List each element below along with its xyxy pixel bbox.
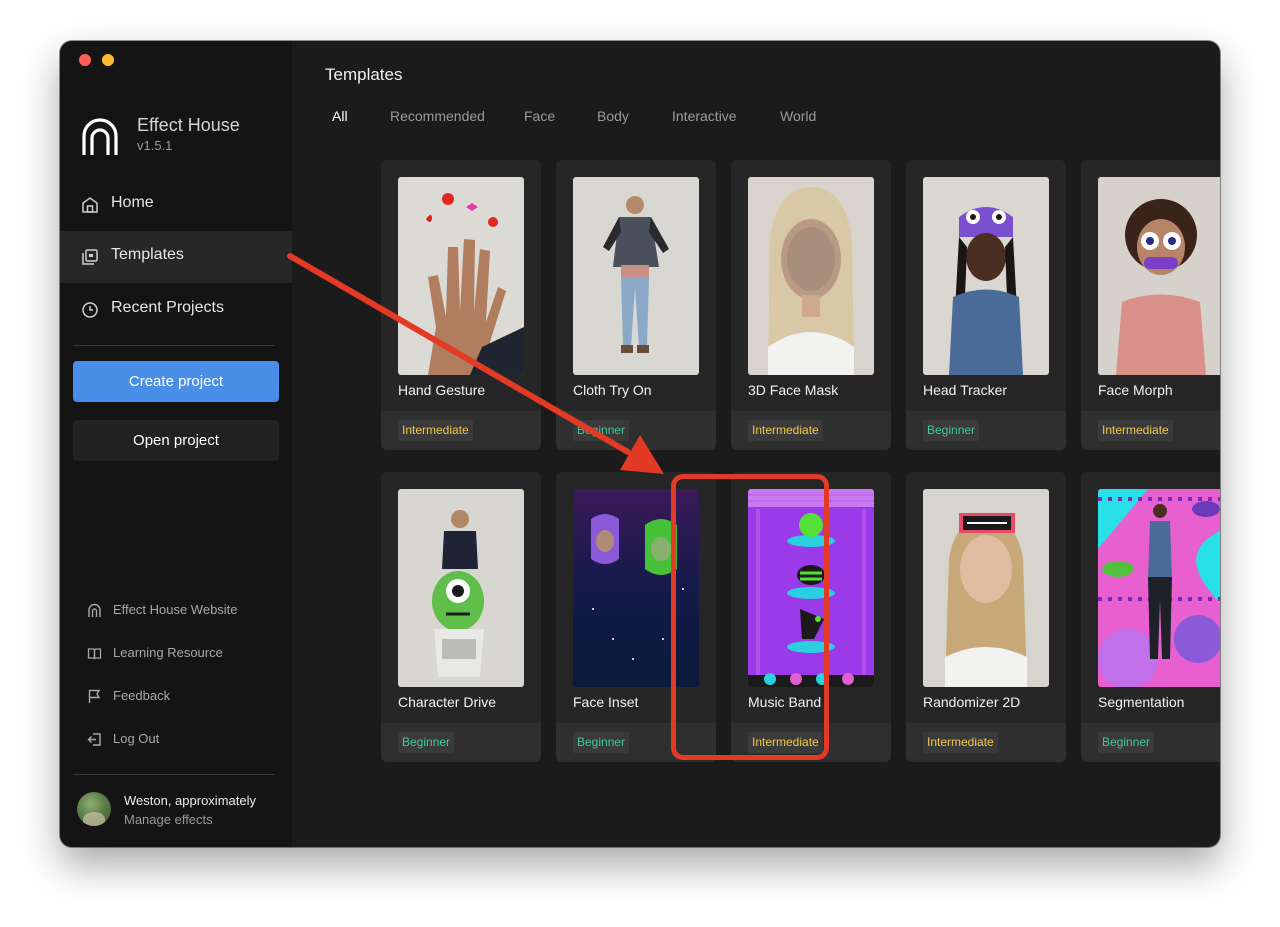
link-website-label: Effect House Website — [113, 602, 238, 617]
template-thumbnail — [573, 489, 699, 687]
card-footer: Beginner — [1081, 723, 1220, 762]
link-learning-label: Learning Resource — [113, 645, 223, 660]
nav-home-label: Home — [111, 194, 154, 211]
website-icon — [88, 603, 101, 617]
effect-house-logo-icon — [82, 118, 118, 155]
template-thumbnail — [573, 177, 699, 375]
template-title: Segmentation — [1098, 694, 1185, 710]
level-badge: Intermediate — [398, 420, 473, 441]
link-effect-house-website[interactable]: Effect House Website — [60, 596, 292, 626]
sidebar: Effect House v1.5.1 Home Templates Recen — [60, 41, 292, 847]
templates-icon — [82, 249, 98, 265]
template-title: 3D Face Mask — [748, 382, 839, 398]
create-project-button[interactable]: Create project — [73, 361, 279, 402]
tab-recommended[interactable]: Recommended — [390, 108, 485, 124]
card-footer: Beginner — [556, 723, 716, 762]
link-learning-resource[interactable]: Learning Resource — [60, 639, 292, 669]
template-title: Cloth Try On — [573, 382, 652, 398]
card-footer: Intermediate — [381, 411, 541, 450]
tab-all[interactable]: All — [332, 108, 348, 124]
minimize-window-button[interactable] — [102, 54, 114, 66]
nav-home[interactable]: Home — [60, 179, 292, 231]
card-footer: Beginner — [381, 723, 541, 762]
template-card-segmentation[interactable]: Segmentation Beginner — [1081, 472, 1220, 762]
template-title: Face Morph — [1098, 382, 1173, 398]
template-thumbnail — [923, 489, 1049, 687]
tab-body[interactable]: Body — [597, 108, 629, 124]
card-footer: Intermediate — [1081, 411, 1220, 450]
level-badge: Intermediate — [923, 732, 998, 753]
card-footer: Beginner — [556, 411, 716, 450]
close-window-button[interactable] — [79, 54, 91, 66]
template-card-character-drive[interactable]: Character Drive Beginner — [381, 472, 541, 762]
manage-effects-link[interactable]: Manage effects — [124, 812, 213, 827]
level-badge: Intermediate — [1098, 420, 1173, 441]
template-thumbnail — [748, 489, 874, 687]
tab-world[interactable]: World — [780, 108, 816, 124]
template-title: Hand Gesture — [398, 382, 486, 398]
level-badge: Intermediate — [748, 420, 823, 441]
card-footer: Intermediate — [731, 411, 891, 450]
card-footer: Beginner — [906, 411, 1066, 450]
template-card-face-inset[interactable]: Face Inset Beginner — [556, 472, 716, 762]
main-content: Templates All Recommended Face Body Inte… — [292, 41, 1220, 847]
template-card-face-morph[interactable]: Face Morph Intermediate — [1081, 160, 1220, 450]
template-card-cloth-try-on[interactable]: Cloth Try On Beginner — [556, 160, 716, 450]
template-card-3d-face-mask[interactable]: 3D Face Mask Intermediate — [731, 160, 891, 450]
book-icon — [87, 648, 102, 660]
app-version: v1.5.1 — [137, 138, 173, 153]
template-thumbnail — [398, 177, 524, 375]
template-title: Face Inset — [573, 694, 639, 710]
template-thumbnail — [398, 489, 524, 687]
user-profile[interactable]: Weston, approximately Manage effects — [60, 783, 292, 833]
card-footer: Intermediate — [906, 723, 1066, 762]
template-thumbnail — [1098, 489, 1220, 687]
template-thumbnail — [748, 177, 874, 375]
user-name: Weston, approximately — [124, 793, 256, 808]
tab-interactive[interactable]: Interactive — [672, 108, 737, 124]
sidebar-divider-bottom — [73, 774, 275, 775]
logout-icon — [87, 733, 101, 746]
brand: Effect House v1.5.1 — [81, 115, 281, 163]
level-badge: Beginner — [573, 420, 630, 441]
app-window: Effect House v1.5.1 Home Templates Recen — [60, 41, 1220, 847]
page-title: Templates — [325, 65, 403, 84]
template-title: Head Tracker — [923, 382, 1008, 398]
template-thumbnail — [923, 177, 1049, 375]
template-title: Randomizer 2D — [923, 694, 1021, 710]
tab-face[interactable]: Face — [524, 108, 555, 124]
nav-templates[interactable]: Templates — [60, 231, 292, 283]
avatar — [77, 792, 111, 826]
nav-templates-label: Templates — [111, 246, 184, 263]
sidebar-divider — [73, 345, 275, 346]
open-project-button[interactable]: Open project — [73, 420, 279, 461]
link-feedback-label: Feedback — [113, 688, 171, 703]
clock-icon — [82, 302, 98, 318]
template-card-randomizer-2d[interactable]: Randomizer 2D Intermediate — [906, 472, 1066, 762]
level-badge: Beginner — [1098, 732, 1155, 753]
nav-recent-projects[interactable]: Recent Projects — [60, 284, 292, 336]
link-logout-label: Log Out — [113, 731, 160, 746]
template-card-head-tracker[interactable]: Head Tracker Beginner — [906, 160, 1066, 450]
flag-icon — [88, 689, 101, 703]
template-card-hand-gesture[interactable]: Hand Gesture Intermediate — [381, 160, 541, 450]
template-card-music-band[interactable]: Music Band Intermediate — [731, 472, 891, 762]
link-log-out[interactable]: Log Out — [60, 725, 292, 755]
nav-recent-label: Recent Projects — [111, 299, 224, 316]
level-badge: Beginner — [923, 420, 980, 441]
level-badge: Beginner — [398, 732, 455, 753]
card-footer: Intermediate — [731, 723, 891, 762]
app-name: Effect House — [137, 115, 240, 135]
level-badge: Intermediate — [748, 732, 823, 753]
home-icon — [82, 197, 98, 213]
level-badge: Beginner — [573, 732, 630, 753]
template-title: Character Drive — [398, 694, 497, 710]
template-title: Music Band — [748, 694, 822, 710]
template-thumbnail — [1098, 177, 1220, 375]
link-feedback[interactable]: Feedback — [60, 682, 292, 712]
